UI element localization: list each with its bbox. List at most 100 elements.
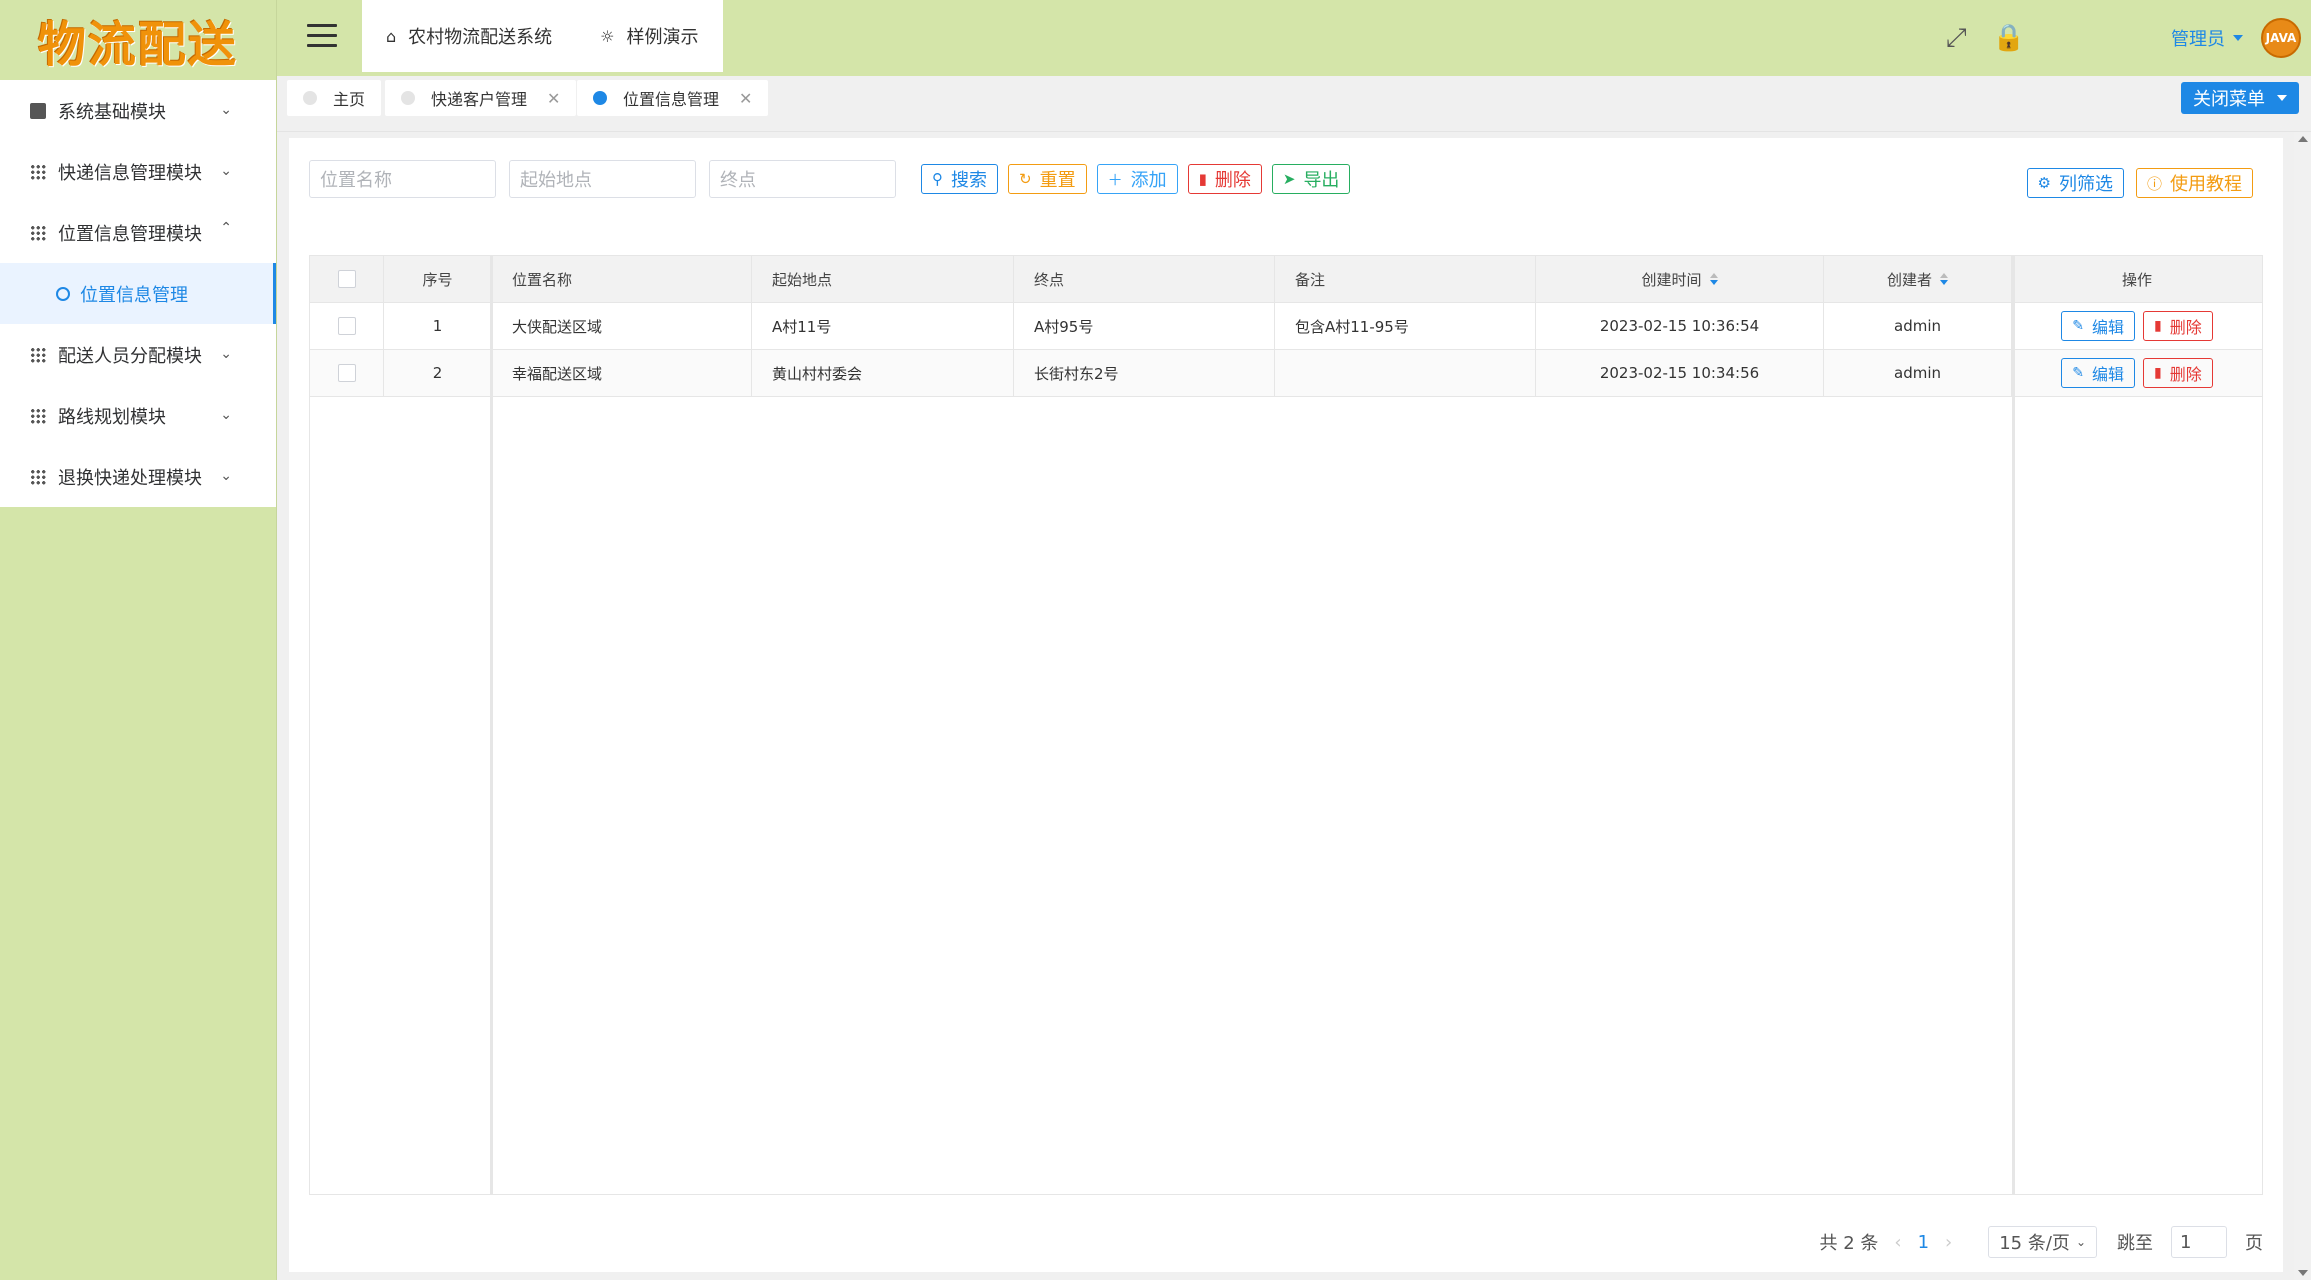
cell-name: 幸福配送区域	[492, 350, 752, 396]
toolbar-right: ⚙ 列筛选 ⓘ 使用教程	[2015, 168, 2253, 198]
scroll-up-icon[interactable]	[2298, 136, 2308, 142]
header-note: 备注	[1275, 256, 1536, 302]
lock-icon[interactable]: 🔒	[1993, 23, 2025, 53]
chevron-down-icon: ⌄	[2075, 1235, 2086, 1249]
select-all-checkbox[interactable]	[337, 270, 356, 288]
hamburger-icon[interactable]	[307, 24, 337, 48]
cell-note: 包含A村11-95号	[1275, 303, 1536, 349]
header-start: 起始地点	[752, 256, 1014, 302]
cell-created: 2023-02-15 10:36:54	[1536, 303, 1824, 349]
row-checkbox[interactable]	[337, 364, 356, 382]
total-count: 共 2 条	[1819, 1233, 1879, 1254]
column-filter-button[interactable]: ⚙ 列筛选	[2026, 168, 2124, 198]
cell-creator: admin	[1824, 303, 2012, 349]
sidebar-item-label: 路线规划模块	[58, 406, 166, 428]
chevron-down-icon: ⌄	[220, 346, 232, 362]
prev-page-icon[interactable]: ‹	[1894, 1232, 1901, 1253]
table-header: 序号 位置名称 起始地点 终点 备注 创建时间 创建者 操作	[310, 256, 2262, 303]
header-creator[interactable]: 创建者	[1824, 256, 2012, 302]
delete-button[interactable]: ▮ 删除	[1187, 164, 1262, 194]
button-label: 搜索	[951, 170, 987, 191]
sort-icon[interactable]	[1940, 273, 1948, 285]
end-point-input[interactable]: 终点	[709, 160, 896, 198]
button-label: 编辑	[2091, 365, 2124, 384]
sidebar-item-route[interactable]: 路线规划模块 ⌄	[0, 385, 276, 446]
header-created[interactable]: 创建时间	[1536, 256, 1824, 302]
fixed-column-divider	[490, 256, 493, 1194]
button-label: 编辑	[2091, 318, 2124, 337]
tab-home[interactable]: 主页	[287, 80, 382, 116]
tab-bar: 主页 快递客户管理 ✕ 位置信息管理 ✕ 关闭菜单	[277, 76, 2311, 132]
export-button[interactable]: ➤ 导出	[1271, 164, 1351, 194]
cell-name: 大侠配送区域	[492, 303, 752, 349]
fullscreen-icon[interactable]: ⤢	[1946, 23, 1967, 54]
grid-icon	[30, 224, 46, 241]
tutorial-button[interactable]: ⓘ 使用教程	[2135, 168, 2253, 198]
tab-label: 主页	[333, 90, 366, 109]
tab-label: 位置信息管理	[623, 90, 720, 109]
scroll-down-icon[interactable]	[2298, 1270, 2308, 1276]
row-delete-button[interactable]: ▮ 删除	[2143, 358, 2213, 388]
help-icon: ⓘ	[2146, 174, 2162, 193]
jump-page-input[interactable]: 1	[2171, 1226, 2227, 1258]
chevron-down-icon: ⌄	[220, 407, 232, 423]
sidebar-item-staff[interactable]: 配送人员分配模块 ⌄	[0, 324, 276, 385]
start-point-input[interactable]: 起始地点	[509, 160, 696, 198]
button-label: 重置	[1039, 170, 1076, 191]
button-label: 使用教程	[2170, 174, 2242, 195]
close-icon[interactable]: ✕	[547, 89, 560, 108]
sidebar-item-return[interactable]: 退换快递处理模块 ⌄	[0, 446, 276, 507]
cell-end: A村95号	[1014, 303, 1275, 349]
home-icon: ⌂	[386, 26, 397, 46]
next-page-icon[interactable]: ›	[1945, 1232, 1952, 1253]
search-button[interactable]: ⚲ 搜索	[921, 164, 998, 194]
location-name-input[interactable]: 位置名称	[309, 160, 496, 198]
cell-created: 2023-02-15 10:34:56	[1536, 350, 1824, 396]
cell-creator: admin	[1824, 350, 2012, 396]
admin-dropdown[interactable]: 管理员	[2171, 25, 2225, 51]
filter-bar: 位置名称 起始地点 终点	[309, 160, 909, 198]
button-label: 添加	[1130, 170, 1167, 191]
sidebar-item-label: 退换快递处理模块	[58, 467, 202, 489]
header-no: 序号	[384, 256, 492, 302]
page-scrollbar[interactable]	[2294, 132, 2311, 1280]
edit-button[interactable]: ✎ 编辑	[2061, 311, 2135, 341]
edit-icon: ✎	[2072, 365, 2084, 381]
chevron-down-icon: ⌄	[220, 102, 232, 118]
nav-demo[interactable]: ☼ 样例演示	[600, 23, 698, 49]
sidebar-item-system[interactable]: 系统基础模块 ⌄	[0, 80, 276, 141]
header-actions: 操作	[2121, 270, 2152, 289]
button-label: 列筛选	[2058, 174, 2113, 195]
sidebar-item-label: 系统基础模块	[58, 101, 166, 123]
edit-button[interactable]: ✎ 编辑	[2061, 358, 2135, 388]
chart-icon	[30, 102, 46, 119]
cell-start: A村11号	[752, 303, 1014, 349]
page-size-select[interactable]: 15 条/页 ⌄	[1988, 1226, 2097, 1258]
row-delete-button[interactable]: ▮ 删除	[2143, 311, 2213, 341]
header-name: 位置名称	[492, 256, 752, 302]
header-right: ⤢ 🔒 管理员 JAVA	[1946, 0, 2301, 76]
sidebar-item-express[interactable]: 快递信息管理模块 ⌄	[0, 141, 276, 202]
button-label: 删除	[2169, 318, 2202, 337]
sort-icon[interactable]	[1709, 273, 1718, 285]
caret-down-icon[interactable]	[2233, 35, 2243, 41]
nav-home-system[interactable]: ⌂ 农村物流配送系统	[386, 23, 552, 49]
avatar[interactable]: JAVA	[2261, 18, 2301, 58]
close-icon[interactable]: ✕	[739, 89, 752, 108]
tab-express-customer[interactable]: 快递客户管理 ✕	[385, 80, 577, 116]
page-suffix: 页	[2245, 1233, 2263, 1254]
data-table: 序号 位置名称 起始地点 终点 备注 创建时间 创建者 操作 1 大侠配送区域 …	[309, 255, 2263, 1195]
sidebar-subitem-location-manage[interactable]: 位置信息管理	[0, 263, 276, 324]
reset-button[interactable]: ↻ 重置	[1008, 164, 1087, 194]
grid-icon	[30, 407, 46, 424]
jump-label: 跳至	[2117, 1233, 2153, 1254]
tab-location-manage[interactable]: 位置信息管理 ✕	[577, 80, 769, 116]
close-menu-button[interactable]: 关闭菜单	[2181, 82, 2299, 114]
side-menu: 系统基础模块 ⌄ 快递信息管理模块 ⌄ 位置信息管理模块 ⌃ 位置信息管理 配送…	[0, 80, 276, 507]
add-button[interactable]: ＋ 添加	[1096, 164, 1178, 194]
sidebar-item-location[interactable]: 位置信息管理模块 ⌃	[0, 202, 276, 263]
page-number[interactable]: 1	[1918, 1232, 1929, 1253]
row-checkbox[interactable]	[337, 317, 356, 335]
cell-note	[1275, 350, 1536, 396]
lightbulb-icon: ☼	[600, 26, 615, 46]
